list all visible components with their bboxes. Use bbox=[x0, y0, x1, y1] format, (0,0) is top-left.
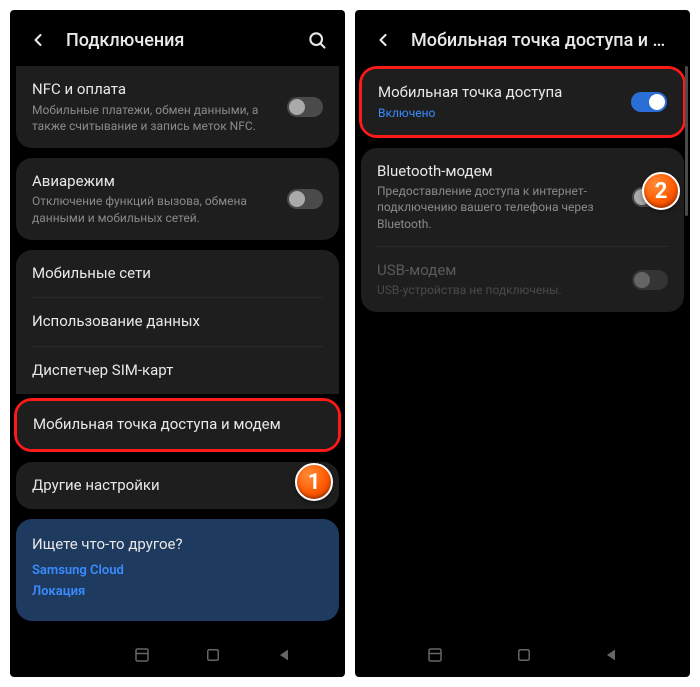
airplane-sub: Отключение функций вызова, обмена данным… bbox=[32, 193, 277, 225]
row-data-usage[interactable]: Использование данных bbox=[16, 298, 339, 346]
page-title: Подключения bbox=[66, 30, 305, 51]
search-icon bbox=[307, 30, 327, 50]
mobile-hotspot-toggle[interactable] bbox=[631, 92, 667, 112]
page-title: Мобильная точка доступа и мод... bbox=[411, 30, 674, 51]
link-location[interactable]: Локация bbox=[32, 584, 323, 599]
hotspot-tethering-label: Мобильная точка доступа и модем bbox=[33, 415, 281, 435]
mobile-networks-label: Мобильные сети bbox=[32, 264, 151, 284]
link-samsung-cloud[interactable]: Samsung Cloud bbox=[32, 563, 323, 578]
search-other-title: Ищете что-то другое? bbox=[32, 535, 323, 553]
phone-left: Подключения NFC и оплата Мобильные плате… bbox=[10, 10, 345, 677]
back-icon bbox=[373, 30, 393, 50]
row-sim-manager[interactable]: Диспетчер SIM-карт bbox=[16, 347, 339, 395]
other-settings-label: Другие настройки bbox=[32, 476, 160, 496]
row-usb-tether: USB-модем USB-устройства не подключены. bbox=[361, 247, 684, 313]
usb-tether-title: USB-модем bbox=[377, 261, 622, 281]
nav-recents-icon[interactable] bbox=[133, 646, 151, 664]
mobile-hotspot-title: Мобильная точка доступа bbox=[378, 83, 621, 103]
card-airplane: Авиарежим Отключение функций вызова, обм… bbox=[16, 158, 339, 240]
card-nfc: NFC и оплата Мобильные платежи, обмен да… bbox=[16, 66, 339, 148]
mobile-hotspot-sub: Включено bbox=[378, 105, 621, 121]
nav-home-icon[interactable] bbox=[515, 646, 533, 664]
row-nfc[interactable]: NFC и оплата Мобильные платежи, обмен да… bbox=[16, 66, 339, 148]
row-hotspot-tethering[interactable]: Мобильная точка доступа и модем bbox=[17, 401, 338, 449]
nav-bar bbox=[355, 633, 690, 677]
row-mobile-networks[interactable]: Мобильные сети bbox=[16, 250, 339, 298]
phone-right: Мобильная точка доступа и мод... Мобильн… bbox=[355, 10, 690, 677]
data-usage-label: Использование данных bbox=[32, 312, 200, 332]
card-search-other: Ищете что-то другое? Samsung Cloud Локац… bbox=[16, 519, 339, 621]
row-bluetooth-tether[interactable]: Bluetooth-модем Предоставление доступа к… bbox=[361, 148, 684, 246]
header: Подключения bbox=[10, 10, 345, 66]
content-scroll[interactable]: NFC и оплата Мобильные платежи, обмен да… bbox=[10, 66, 345, 633]
nav-recents-icon[interactable] bbox=[426, 646, 444, 664]
nfc-sub: Мобильные платежи, обмен данными, а такж… bbox=[32, 102, 277, 134]
bluetooth-tether-title: Bluetooth-модем bbox=[377, 162, 622, 182]
nav-back-icon[interactable] bbox=[276, 647, 292, 663]
airplane-toggle[interactable] bbox=[287, 189, 323, 209]
nav-bar bbox=[10, 633, 345, 677]
search-button[interactable] bbox=[305, 28, 329, 52]
back-button[interactable] bbox=[371, 28, 395, 52]
sim-manager-label: Диспетчер SIM-карт bbox=[32, 361, 173, 381]
nav-home-icon[interactable] bbox=[204, 646, 222, 664]
row-other-settings[interactable]: Другие настройки bbox=[16, 462, 339, 510]
back-button[interactable] bbox=[26, 28, 50, 52]
back-icon bbox=[28, 30, 48, 50]
row-mobile-hotspot[interactable]: Мобильная точка доступа Включено bbox=[362, 69, 683, 135]
usb-tether-sub: USB-устройства не подключены. bbox=[377, 282, 622, 298]
airplane-title: Авиарежим bbox=[32, 172, 277, 192]
card-other: Другие настройки bbox=[16, 462, 339, 510]
step-badge-2: 2 bbox=[642, 172, 680, 210]
content-scroll[interactable]: Мобильная точка доступа Включено Bluetoo… bbox=[355, 66, 690, 633]
nfc-toggle[interactable] bbox=[287, 97, 323, 117]
row-airplane[interactable]: Авиарежим Отключение функций вызова, обм… bbox=[16, 158, 339, 240]
highlight-mobile-hotspot: Мобильная точка доступа Включено bbox=[359, 66, 686, 138]
highlight-hotspot: Мобильная точка доступа и модем bbox=[14, 398, 341, 452]
card-network-group: Мобильные сети Использование данных Дисп… bbox=[16, 250, 339, 395]
nfc-title: NFC и оплата bbox=[32, 80, 277, 100]
step-badge-1: 1 bbox=[295, 463, 333, 501]
card-tethering: Bluetooth-модем Предоставление доступа к… bbox=[361, 148, 684, 313]
nav-back-icon[interactable] bbox=[603, 647, 619, 663]
usb-tether-toggle bbox=[632, 270, 668, 290]
scroll-indicator bbox=[685, 66, 688, 216]
bluetooth-tether-sub: Предоставление доступа к интернет-подклю… bbox=[377, 183, 622, 232]
header: Мобильная точка доступа и мод... bbox=[355, 10, 690, 66]
